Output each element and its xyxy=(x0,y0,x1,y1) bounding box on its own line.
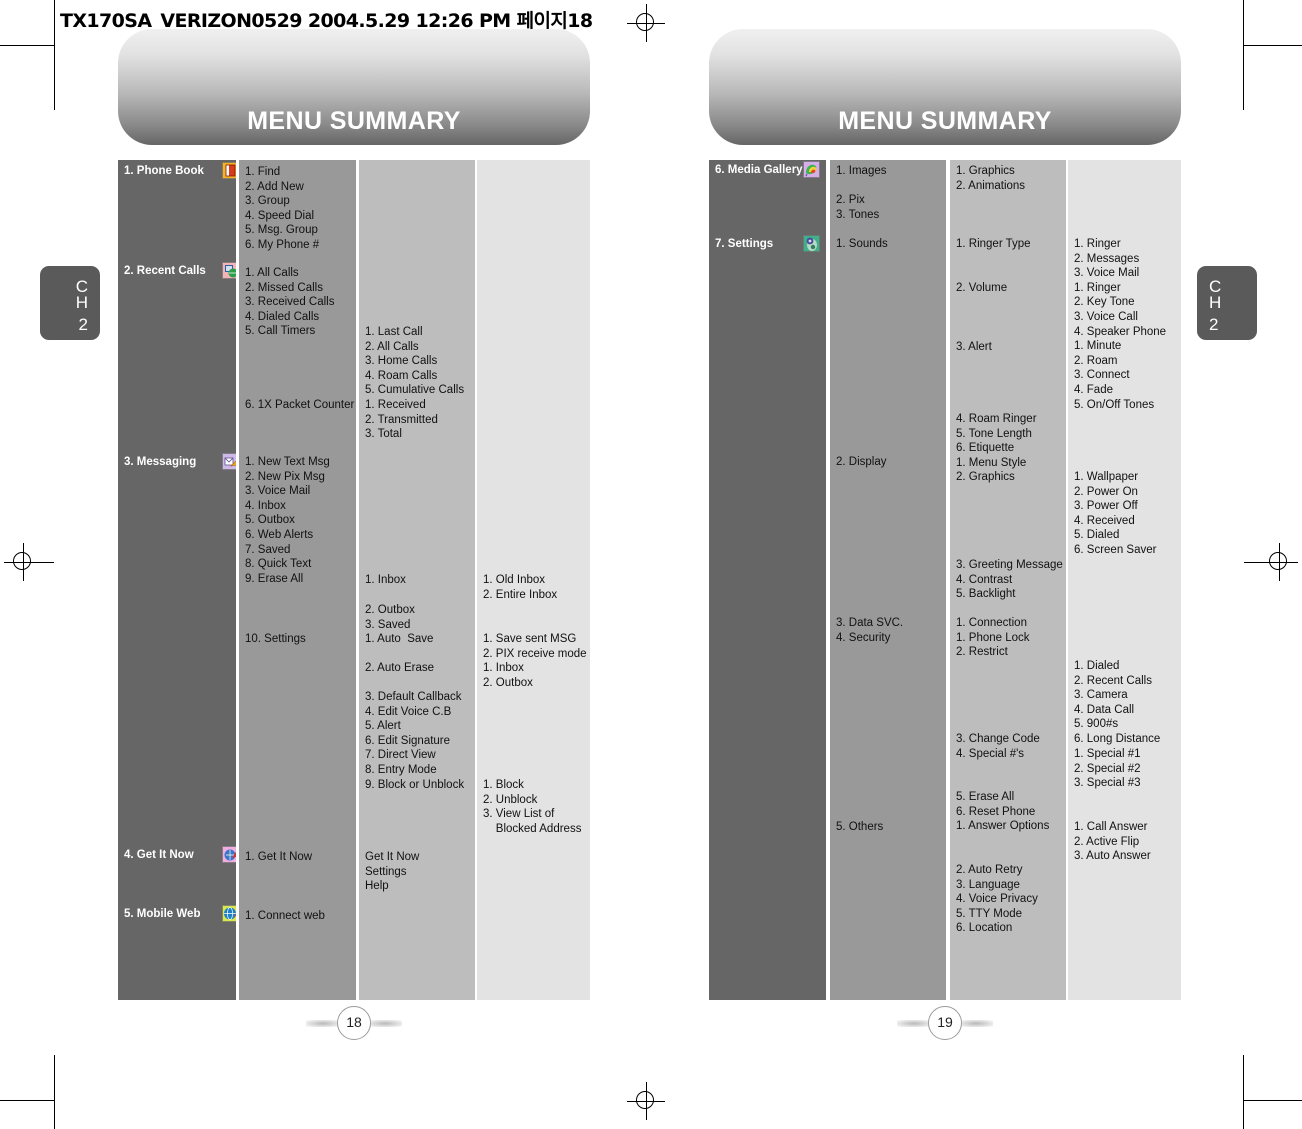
third-level-menu-entry: 2. Volume xyxy=(956,282,1008,294)
menu-column-1-right: 6. Media Gallery 7. Settings xyxy=(709,160,826,1000)
third-level-menu-entry: 1. Graphics 2. Animations xyxy=(956,165,1026,192)
registration-mark-top xyxy=(627,4,665,42)
page-number-badge-right: 19 xyxy=(897,1005,993,1041)
menu-table-right: 6. Media Gallery 7. Settings 1. Images 2. … xyxy=(0,160,1302,1000)
top-level-menu-entry: 7. Settings xyxy=(715,238,774,250)
third-level-menu-entry: 1. Connection 1. Phone Lock 2. Restrict xyxy=(956,617,1030,659)
menu-column-3-right: 1. Graphics 2. Animations 1. Ringer Type 2… xyxy=(950,160,1066,1000)
crop-line-top-horizontal-right xyxy=(1244,45,1302,46)
top-level-menu-entry: 6. Media Gallery xyxy=(715,164,803,176)
crop-line-bottom-horizontal-right xyxy=(1244,1100,1302,1101)
settings-icon xyxy=(803,235,820,252)
fourth-level-menu-entry: 1. Wallpaper 2. Power On 3. Power Off 4.… xyxy=(1074,471,1157,556)
page-number-right: 19 xyxy=(928,1006,962,1040)
media-gallery-icon xyxy=(803,161,820,178)
menu-column-2-right: 1. Images 2. Pix 3. Tones 1. Sounds 2. Disp… xyxy=(830,160,946,1000)
crop-line-bottom-horizontal-left xyxy=(0,1100,54,1101)
second-level-menu-entry: 5. Others xyxy=(836,821,884,833)
page-banner-right: MENU SUMMARY xyxy=(709,29,1181,145)
second-level-menu-entry: 1. Images xyxy=(836,165,887,177)
crop-line-left-vertical xyxy=(54,0,55,110)
page-badge-wing-left-2 xyxy=(897,1020,931,1027)
crop-line-top-horizontal-left xyxy=(0,45,54,46)
third-level-menu-entry: 3. Change Code 4. Special #'s xyxy=(956,733,1040,760)
third-level-menu-entry: 1. Ringer Type xyxy=(956,238,1031,250)
third-level-menu-entry: 4. Roam Ringer 5. Tone Length 6. Etiquet… xyxy=(956,413,1037,484)
banner-title-right: MENU SUMMARY xyxy=(838,107,1052,135)
page-badge-wing-right xyxy=(368,1020,402,1027)
menu-column-4-right: 1. Ringer 2. Messages 3. Voice Mail 1. R… xyxy=(1068,160,1181,1000)
page-badge-wing-left xyxy=(306,1020,340,1027)
third-level-menu-entry: 3. Alert xyxy=(956,341,992,353)
page-banner-left: MENU SUMMARY xyxy=(118,29,590,145)
third-level-menu-entry: 2. Auto Retry 3. Language 4. Voice Priva… xyxy=(956,864,1038,935)
second-level-menu-entry: 3. Data SVC. 4. Security xyxy=(836,617,904,644)
page-number-left: 18 xyxy=(337,1006,371,1040)
third-level-menu-entry: 3. Greeting Message 4. Contrast 5. Backl… xyxy=(956,559,1063,601)
second-level-menu-entry: 2. Display xyxy=(836,456,887,468)
banner-title-left: MENU SUMMARY xyxy=(247,107,461,135)
crop-line-right-vertical xyxy=(1243,0,1244,110)
page-number-badge-left: 18 xyxy=(306,1005,402,1041)
crop-line-right-vertical-bottom xyxy=(1243,1055,1244,1129)
fourth-level-menu-entry: 1. Ringer 2. Messages 3. Voice Mail 1. R… xyxy=(1074,238,1167,411)
page-badge-wing-right-2 xyxy=(959,1020,993,1027)
third-level-menu-entry: 5. Erase All 6. Reset Phone 1. Answer Op… xyxy=(956,791,1050,833)
second-level-menu-entry: 1. Sounds xyxy=(836,238,888,250)
registration-mark-bottom xyxy=(627,1082,665,1120)
fourth-level-menu-entry: 1. Call Answer 2. Active Flip 3. Auto An… xyxy=(1074,821,1151,863)
fourth-level-menu-entry: 1. Dialed 2. Recent Calls 3. Camera 4. D… xyxy=(1074,660,1161,745)
second-level-menu-entry: 2. Pix 3. Tones xyxy=(836,194,880,221)
crop-line-left-vertical-bottom xyxy=(54,1055,55,1129)
fourth-level-menu-entry: 1. Special #1 2. Special #2 3. Special #… xyxy=(1074,748,1141,790)
